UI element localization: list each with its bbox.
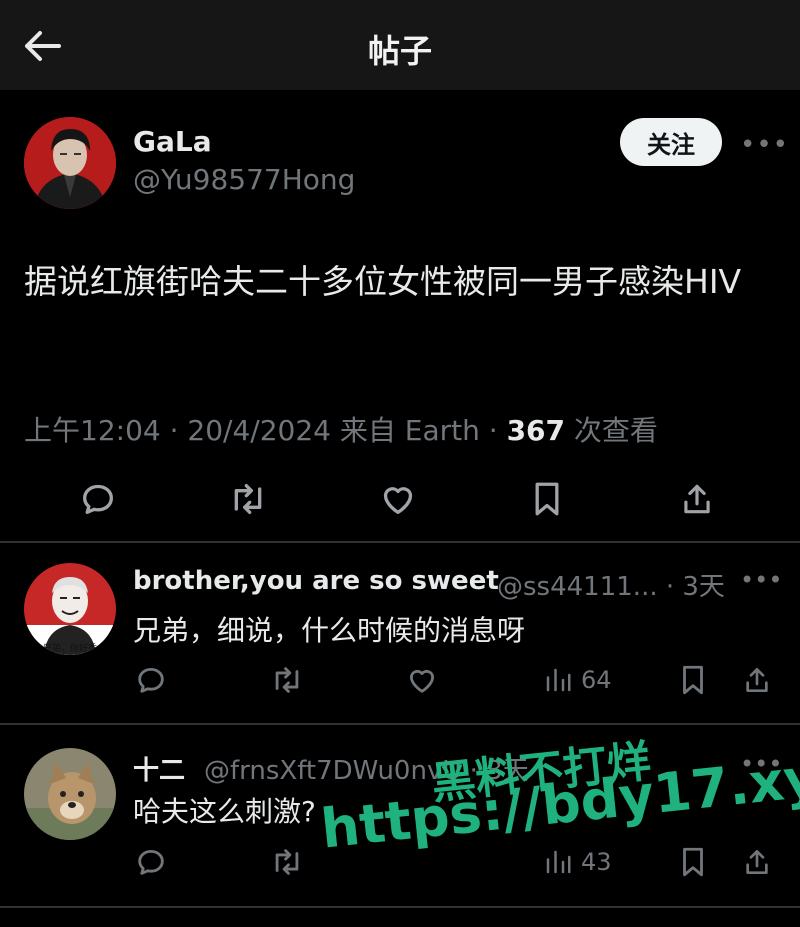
share-button[interactable] [741, 660, 773, 700]
author-avatar[interactable] [24, 117, 116, 209]
author-handle[interactable]: @Yu98577Hong [133, 163, 355, 196]
repost-button[interactable] [268, 842, 306, 882]
bookmark-button[interactable] [677, 842, 709, 882]
share-button[interactable] [741, 842, 773, 882]
reply-author-name[interactable]: 十二 [133, 750, 185, 787]
views-button[interactable]: 43 [543, 842, 612, 882]
reply-icon [83, 484, 114, 514]
bookmark-icon [535, 482, 559, 516]
repost-button[interactable] [268, 660, 306, 700]
share-button[interactable] [674, 476, 720, 522]
repost-icon [275, 849, 299, 875]
divider [0, 723, 800, 725]
reply-handle-time[interactable]: @ss44111... · 3天 [497, 566, 725, 603]
post-text: 据说红旗街哈夫二十多位女性被同一男子感染HIV [24, 262, 742, 301]
author-name[interactable]: GaLa [133, 125, 212, 158]
views-button[interactable]: 64 [543, 660, 612, 700]
reply-avatar[interactable] [24, 748, 116, 840]
like-button[interactable] [375, 476, 421, 522]
bookmark-icon [683, 847, 703, 877]
reply-icon [138, 667, 164, 693]
views-icon [546, 850, 571, 874]
reply-text: 兄弟，细说，什么时候的消息呀 [133, 614, 526, 647]
reply-button[interactable] [134, 660, 168, 700]
views-icon [546, 668, 571, 692]
reply-text: 哈夫这么刺激? [133, 795, 316, 828]
view-label: 次查看 [565, 414, 658, 447]
repost-icon [275, 667, 299, 693]
more-icon[interactable]: ••• [740, 130, 789, 160]
reply-button[interactable] [134, 842, 168, 882]
like-icon [409, 669, 435, 693]
avatar-caption: 兄弟，你好香 [43, 642, 97, 654]
repost-icon [234, 484, 262, 514]
share-icon [684, 484, 710, 514]
share-icon [746, 668, 768, 692]
reply-avatar[interactable]: 兄弟，你好香 [24, 563, 116, 655]
reply-icon [138, 849, 164, 875]
views-count: 43 [581, 848, 612, 876]
page-title: 帖子 [367, 32, 432, 70]
follow-button[interactable]: 关注 [620, 118, 722, 166]
more-icon[interactable]: ••• [740, 566, 782, 594]
post-meta: 上午12:04 · 20/4/2024 来自 Earth · 367 次查看 [24, 409, 658, 449]
post-action-bar [0, 472, 800, 524]
like-button[interactable] [405, 660, 439, 700]
view-count: 367 [506, 414, 566, 447]
bookmark-button[interactable] [677, 660, 709, 700]
repost-button[interactable] [225, 476, 271, 522]
divider [0, 541, 800, 543]
views-count: 64 [581, 666, 612, 694]
post-timestamp: 上午12:04 · 20/4/2024 来自 Earth · [24, 414, 507, 447]
share-icon [746, 850, 768, 874]
like-icon [383, 487, 413, 514]
reply-author-name[interactable]: brother,you are so sweet [133, 566, 499, 596]
top-bar: 帖子 [0, 0, 800, 90]
reply-button[interactable] [75, 476, 121, 522]
bookmark-button[interactable] [524, 476, 570, 522]
bookmark-icon [683, 665, 703, 695]
divider [0, 906, 800, 908]
